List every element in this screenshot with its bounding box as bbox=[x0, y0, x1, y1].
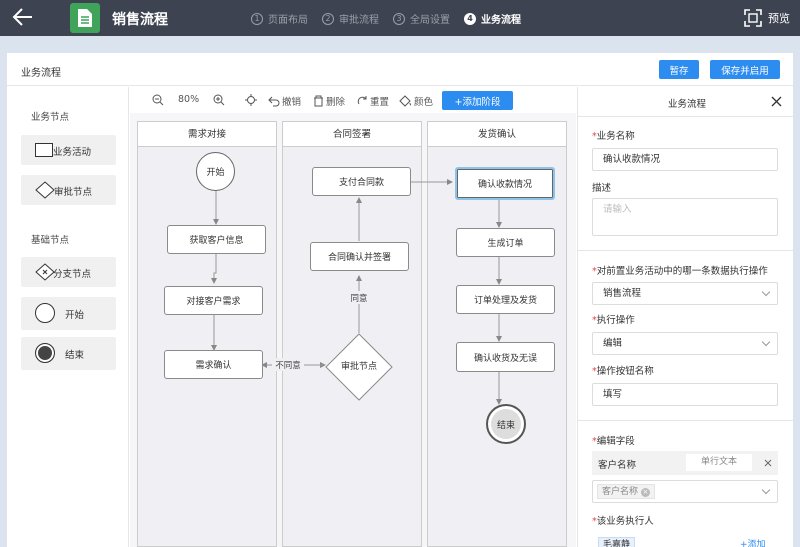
close-icon[interactable] bbox=[771, 96, 782, 107]
main-card: 业务流程 暂存 保存并启用 业务节点 业务活动 审批节点 基础节点 分支节点 开… bbox=[7, 53, 794, 547]
name-label: *业务名称 bbox=[592, 131, 635, 142]
step-approval-flow[interactable]: 2 审批流程 bbox=[322, 11, 379, 26]
edge-label-disagree: 不同意 bbox=[275, 360, 301, 371]
end-node[interactable]: 结束 bbox=[486, 404, 526, 444]
node-connect-needs[interactable]: 对接客户需求 bbox=[164, 286, 263, 315]
circle-icon bbox=[35, 303, 55, 323]
node-contract-sign[interactable]: 合同确认并签署 bbox=[310, 242, 409, 271]
palette-item-label: 结束 bbox=[65, 350, 85, 361]
op-label: *执行操作 bbox=[592, 315, 635, 326]
node-confirm-receipt[interactable]: 确认收货及无误 bbox=[456, 342, 555, 372]
card-header: 业务流程 暂存 保存并启用 bbox=[7, 53, 793, 86]
selected-field-tag: 客户名称 × bbox=[597, 484, 655, 499]
executor-label: *该业务执行人 bbox=[592, 516, 654, 527]
palette-item-branch[interactable]: 分支节点 bbox=[21, 257, 116, 287]
executor-row: 毛嘉静 +添加 bbox=[592, 534, 778, 547]
palette-item-label: 审批节点 bbox=[54, 187, 93, 198]
palette-item-end[interactable]: 结束 bbox=[21, 337, 116, 370]
operation-select[interactable]: 编辑 bbox=[592, 332, 778, 355]
btn-name-label: *操作按钮名称 bbox=[592, 366, 654, 377]
top-bar: 销售流程 1 页面布局 2 审批流程 3 全局设置 4 业务流程 预览 bbox=[0, 0, 800, 36]
pre-data-label: *对前置业务活动中的哪一条数据执行操作 bbox=[592, 266, 768, 277]
description-textarea[interactable]: 请输入 bbox=[592, 198, 778, 236]
palette-item-activity[interactable]: 业务活动 bbox=[21, 135, 116, 165]
fullscreen-icon bbox=[744, 9, 762, 27]
pre-data-select[interactable]: 销售流程 bbox=[592, 282, 778, 305]
fields-label-text: 编辑字段 bbox=[596, 436, 635, 447]
preview-label: 预览 bbox=[768, 12, 790, 25]
node-confirm-payment[interactable]: 确认收款情况 bbox=[455, 167, 555, 200]
field-row: 客户名称 单行文本 bbox=[592, 451, 778, 475]
field-name: 客户名称 bbox=[598, 460, 637, 471]
step-global-settings[interactable]: 3 全局设置 bbox=[393, 11, 450, 26]
add-executor-button[interactable]: +添加 bbox=[740, 537, 766, 547]
save-enable-button[interactable]: 保存并启用 bbox=[710, 60, 780, 79]
palette-item-label: 业务活动 bbox=[53, 147, 92, 158]
palette-item-start[interactable]: 开始 bbox=[21, 297, 116, 330]
node-process-order[interactable]: 订单处理及发货 bbox=[456, 285, 555, 314]
chevron-down-icon bbox=[761, 287, 771, 297]
flow-connectors: 同意 不同意 bbox=[211, 179, 502, 405]
chevron-down-icon bbox=[761, 337, 771, 347]
desc-label: 描述 bbox=[592, 183, 612, 194]
node-get-info[interactable]: 获取客户信息 bbox=[167, 225, 266, 254]
approval-node-label: 审批节点 bbox=[340, 362, 377, 372]
rectangle-icon bbox=[35, 143, 53, 157]
pre-data-label-text: 对前置业务活动中的哪一条数据执行操作 bbox=[596, 266, 768, 277]
field-multiselect[interactable]: 客户名称 × bbox=[592, 480, 778, 503]
panel-title: 业务流程 bbox=[668, 99, 707, 110]
palette-item-label: 开始 bbox=[65, 310, 85, 321]
node-palette: 业务节点 业务活动 审批节点 基础节点 分支节点 开始 结束 bbox=[7, 87, 129, 547]
app-icon bbox=[70, 3, 100, 33]
remove-field-icon[interactable] bbox=[764, 459, 772, 467]
fields-label: *编辑字段 bbox=[592, 436, 635, 447]
node-confirm-needs[interactable]: 需求确认 bbox=[164, 350, 263, 379]
node-gen-order[interactable]: 生成订单 bbox=[456, 228, 555, 257]
flow-canvas[interactable]: 80% 撤销 删除 重置 颜色 +添加阶段 需求对接 合同签署 发货确认 同意 … bbox=[130, 87, 576, 547]
step-number: 4 bbox=[464, 12, 476, 25]
step-label: 业务流程 bbox=[481, 15, 521, 26]
op-label-text: 执行操作 bbox=[596, 315, 635, 326]
start-node[interactable]: 开始 bbox=[196, 152, 235, 191]
name-label-text: 业务名称 bbox=[596, 131, 635, 142]
branch-diamond-icon bbox=[35, 263, 55, 281]
diamond-icon bbox=[35, 181, 55, 199]
step-label: 全局设置 bbox=[410, 15, 450, 26]
card-title: 业务流程 bbox=[21, 68, 61, 79]
step-number: 2 bbox=[322, 12, 334, 25]
step-label: 审批流程 bbox=[339, 15, 379, 26]
properties-panel: 业务流程 *业务名称 确认收款情况 描述 请输入 *对前置业务活动中的哪一条数据… bbox=[577, 87, 794, 547]
panel-divider bbox=[578, 250, 794, 251]
step-business-flow[interactable]: 4 业务流程 bbox=[464, 11, 521, 26]
node-pay-contract[interactable]: 支付合同款 bbox=[312, 167, 411, 196]
step-number: 1 bbox=[251, 12, 263, 25]
button-name-input[interactable]: 填写 bbox=[592, 383, 778, 406]
pre-data-value: 销售流程 bbox=[603, 288, 642, 299]
btn-name-label-text: 操作按钮名称 bbox=[596, 366, 654, 377]
palette-section-business: 业务节点 bbox=[31, 112, 70, 123]
field-type-input[interactable]: 单行文本 bbox=[686, 454, 752, 471]
executor-label-text: 该业务执行人 bbox=[596, 516, 654, 527]
step-page-layout[interactable]: 1 页面布局 bbox=[251, 11, 308, 26]
tag-label: 客户名称 bbox=[602, 487, 639, 497]
save-draft-button[interactable]: 暂存 bbox=[659, 60, 699, 79]
palette-item-approval[interactable]: 审批节点 bbox=[21, 175, 116, 205]
filled-circle-icon bbox=[35, 343, 55, 363]
business-name-input[interactable]: 确认收款情况 bbox=[592, 148, 778, 171]
step-label: 页面布局 bbox=[268, 15, 308, 26]
operation-value: 编辑 bbox=[603, 338, 623, 349]
panel-divider bbox=[578, 420, 794, 421]
panel-header: 业务流程 bbox=[578, 87, 794, 117]
palette-item-label: 分支节点 bbox=[53, 269, 92, 280]
chevron-down-icon bbox=[761, 485, 771, 495]
edge-label-agree: 同意 bbox=[350, 293, 367, 304]
step-number: 3 bbox=[393, 12, 405, 25]
tag-remove-icon[interactable]: × bbox=[640, 488, 650, 497]
app-title: 销售流程 bbox=[112, 12, 168, 28]
palette-section-basic: 基础节点 bbox=[31, 235, 70, 246]
back-arrow-icon[interactable] bbox=[12, 6, 34, 33]
executor-tag[interactable]: 毛嘉静 bbox=[598, 537, 636, 547]
step-nav: 1 页面布局 2 审批流程 3 全局设置 4 业务流程 bbox=[251, 11, 521, 26]
preview-button[interactable]: 预览 bbox=[744, 9, 790, 27]
